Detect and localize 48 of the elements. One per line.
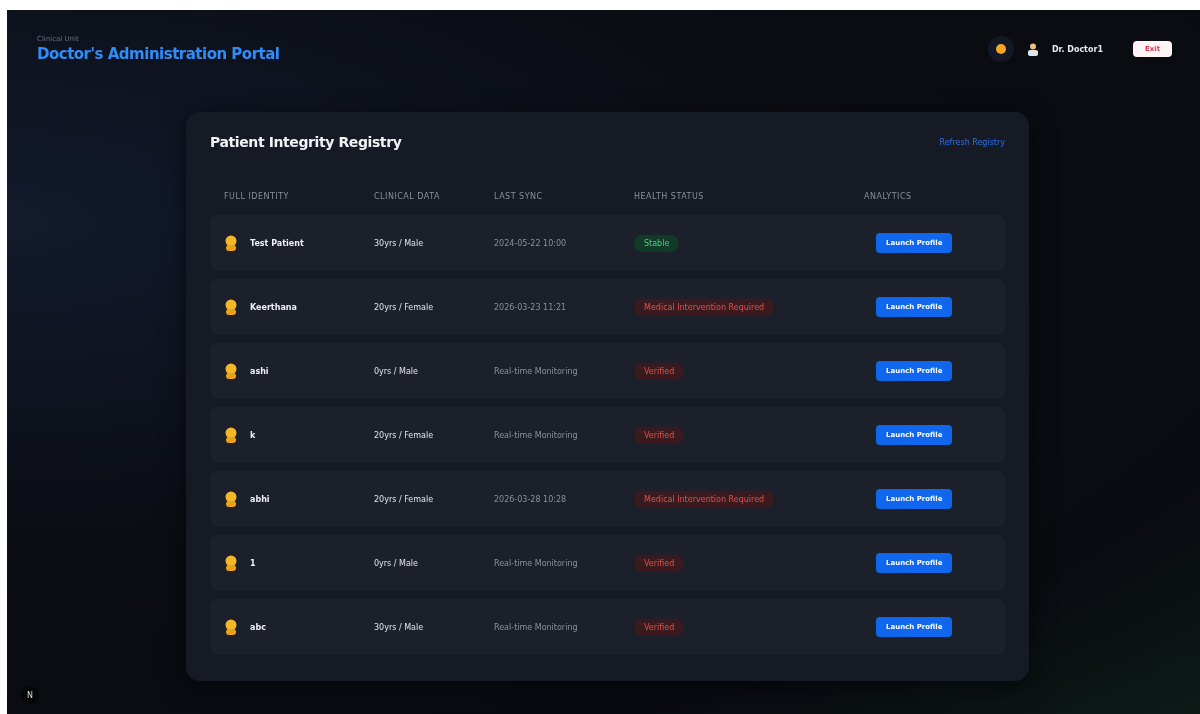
refresh-link[interactable]: Refresh Registry [939, 137, 1005, 147]
last-sync: Real-time Monitoring [494, 430, 579, 440]
avatar-icon [224, 363, 238, 379]
status-badge: Stable [634, 234, 680, 252]
avatar-icon [224, 235, 238, 251]
avatar-icon [224, 427, 238, 443]
clinical-data: 30yrs / Male [374, 238, 425, 248]
patient-name: ashi [250, 366, 269, 376]
last-sync: 2026-03-23 11:21 [494, 302, 568, 312]
column-header: HEALTH STATUS [634, 192, 705, 201]
column-header: FULL IDENTITY [224, 192, 290, 201]
status-badge: Medical Intervention Required [634, 490, 775, 508]
patient-name: Keerthana [250, 302, 297, 312]
patient-name: 1 [250, 558, 256, 568]
clinical-data: 30yrs / Male [374, 622, 425, 632]
registry-title: Patient Integrity Registry [210, 134, 402, 150]
column-header: ANALYTICS [864, 192, 913, 201]
last-sync: Real-time Monitoring [494, 622, 579, 632]
patient-name: abhi [250, 494, 270, 504]
avatar-icon [224, 491, 238, 507]
user-name: Dr. Doctor1 [1051, 44, 1103, 54]
circle-icon [995, 44, 1006, 54]
clinical-data: 0yrs / Male [374, 366, 419, 376]
last-sync: Real-time Monitoring [494, 366, 579, 376]
clinical-data: 20yrs / Female [374, 302, 435, 312]
clinical-data: 0yrs / Male [374, 558, 419, 568]
status-badge: Verified [634, 362, 685, 380]
status-badge: Medical Intervention Required [634, 298, 775, 316]
dev-badge[interactable]: N [21, 686, 39, 704]
avatar-icon [224, 299, 238, 315]
status-badge: Verified [634, 554, 685, 572]
clinical-data: 20yrs / Female [374, 494, 435, 504]
patient-name: abc [250, 622, 266, 632]
patient-name: Test Patient [250, 238, 304, 248]
last-sync: Real-time Monitoring [494, 558, 579, 568]
last-sync: 2026-03-28 10:28 [494, 494, 568, 504]
clinical-data: 20yrs / Female [374, 430, 435, 440]
portal-title: Doctor's Administration Portal [37, 45, 281, 63]
last-sync: 2024-05-22 10:00 [494, 238, 568, 248]
theme-toggle[interactable] [987, 36, 1014, 62]
status-badge: Verified [634, 618, 685, 636]
column-header: CLINICAL DATA [374, 192, 441, 201]
avatar-icon [224, 555, 238, 571]
column-header: LAST SYNC [494, 192, 544, 201]
patient-name: k [250, 430, 256, 440]
user-icon [1027, 42, 1038, 56]
avatar-icon [224, 619, 238, 635]
status-badge: Verified [634, 426, 685, 444]
